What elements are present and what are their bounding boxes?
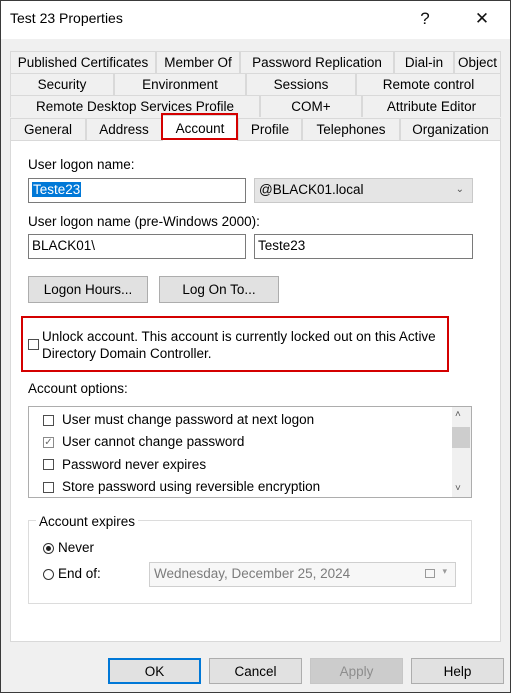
- tab-row-3: Remote Desktop Services Profile COM+ Att…: [10, 95, 501, 117]
- end-of-date-value: Wednesday, December 25, 2024: [154, 566, 351, 581]
- option-label-cannot-change: User cannot change password: [62, 434, 245, 449]
- option-label-reversible: Store password using reversible encrypti…: [62, 479, 321, 494]
- logon-name-value: Teste23: [32, 182, 82, 197]
- logon-hours-button[interactable]: Logon Hours...: [28, 276, 148, 303]
- tab-row-2: Security Environment Sessions Remote con…: [10, 73, 501, 95]
- account-tab-highlight: [161, 113, 238, 140]
- tab-environment[interactable]: Environment: [114, 73, 246, 95]
- logon-name-input[interactable]: Teste23: [28, 178, 246, 203]
- option-checkbox-reversible[interactable]: [43, 482, 54, 493]
- tab-address[interactable]: Address: [86, 118, 162, 140]
- tab-row-1: Published Certificates Member Of Passwor…: [10, 51, 501, 73]
- radio-selected-dot: [46, 546, 51, 551]
- option-checkbox-never-expires[interactable]: [43, 459, 54, 470]
- tab-sessions[interactable]: Sessions: [246, 73, 356, 95]
- unlock-account-highlight: [21, 316, 449, 372]
- tab-telephones[interactable]: Telephones: [302, 118, 400, 140]
- pre2000-domain-field: BLACK01\: [28, 234, 246, 259]
- tab-password-replication[interactable]: Password Replication: [240, 51, 394, 73]
- tab-member-of[interactable]: Member Of: [156, 51, 240, 73]
- account-expires-label: Account expires: [36, 514, 139, 529]
- upn-suffix-select[interactable]: @BLACK01.local ⌄: [254, 178, 473, 203]
- apply-button[interactable]: Apply: [310, 658, 403, 684]
- window-title: Test 23 Properties: [10, 10, 123, 26]
- option-label-must-change: User must change password at next logon: [62, 412, 315, 427]
- help-title-button[interactable]: ?: [404, 2, 446, 36]
- account-options-label: Account options:: [28, 381, 128, 396]
- log-on-to-button[interactable]: Log On To...: [159, 276, 279, 303]
- end-of-date-picker[interactable]: Wednesday, December 25, 2024 ▾: [149, 562, 456, 587]
- tab-row-4: General Address Account Profile Telephon…: [10, 115, 501, 141]
- close-icon: ✕: [474, 9, 490, 28]
- tab-object[interactable]: Object: [454, 51, 501, 73]
- option-checkbox-cannot-change[interactable]: ✓: [43, 437, 54, 448]
- help-button[interactable]: Help: [411, 658, 504, 684]
- tab-com-plus[interactable]: COM+: [260, 95, 362, 117]
- tab-published-certificates[interactable]: Published Certificates: [10, 51, 156, 73]
- calendar-icon: [425, 569, 435, 578]
- scroll-down-icon[interactable]: ˅: [455, 483, 461, 494]
- option-checkbox-must-change[interactable]: [43, 415, 54, 426]
- pre2000-label: User logon name (pre-Windows 2000):: [28, 214, 260, 229]
- never-label: Never: [58, 540, 95, 555]
- option-label-never-expires: Password never expires: [62, 457, 207, 472]
- tab-general[interactable]: General: [10, 118, 86, 140]
- scrollbar-thumb[interactable]: [452, 427, 470, 448]
- tab-profile[interactable]: Profile: [238, 118, 302, 140]
- logon-name-label: User logon name:: [28, 157, 135, 172]
- pre2000-name-input[interactable]: Teste23: [254, 234, 473, 259]
- cancel-button[interactable]: Cancel: [209, 658, 302, 684]
- chevron-down-icon: ▾: [442, 566, 447, 576]
- tab-dial-in[interactable]: Dial-in: [394, 51, 454, 73]
- tab-security[interactable]: Security: [10, 73, 114, 95]
- chevron-down-icon: ⌄: [455, 184, 464, 195]
- tab-organization[interactable]: Organization: [400, 118, 501, 140]
- question-mark-icon: ?: [420, 9, 430, 28]
- end-of-label: End of:: [58, 566, 101, 581]
- ok-button[interactable]: OK: [108, 658, 201, 684]
- checkmark-icon: ✓: [44, 436, 53, 448]
- end-of-radio[interactable]: [43, 569, 54, 580]
- never-radio[interactable]: [43, 543, 54, 554]
- tab-attribute-editor[interactable]: Attribute Editor: [362, 95, 501, 117]
- tab-remote-control[interactable]: Remote control: [356, 73, 501, 95]
- scroll-up-icon[interactable]: ˄: [455, 409, 461, 420]
- close-button[interactable]: ✕: [461, 2, 503, 36]
- upn-suffix-value: @BLACK01.local: [259, 182, 364, 197]
